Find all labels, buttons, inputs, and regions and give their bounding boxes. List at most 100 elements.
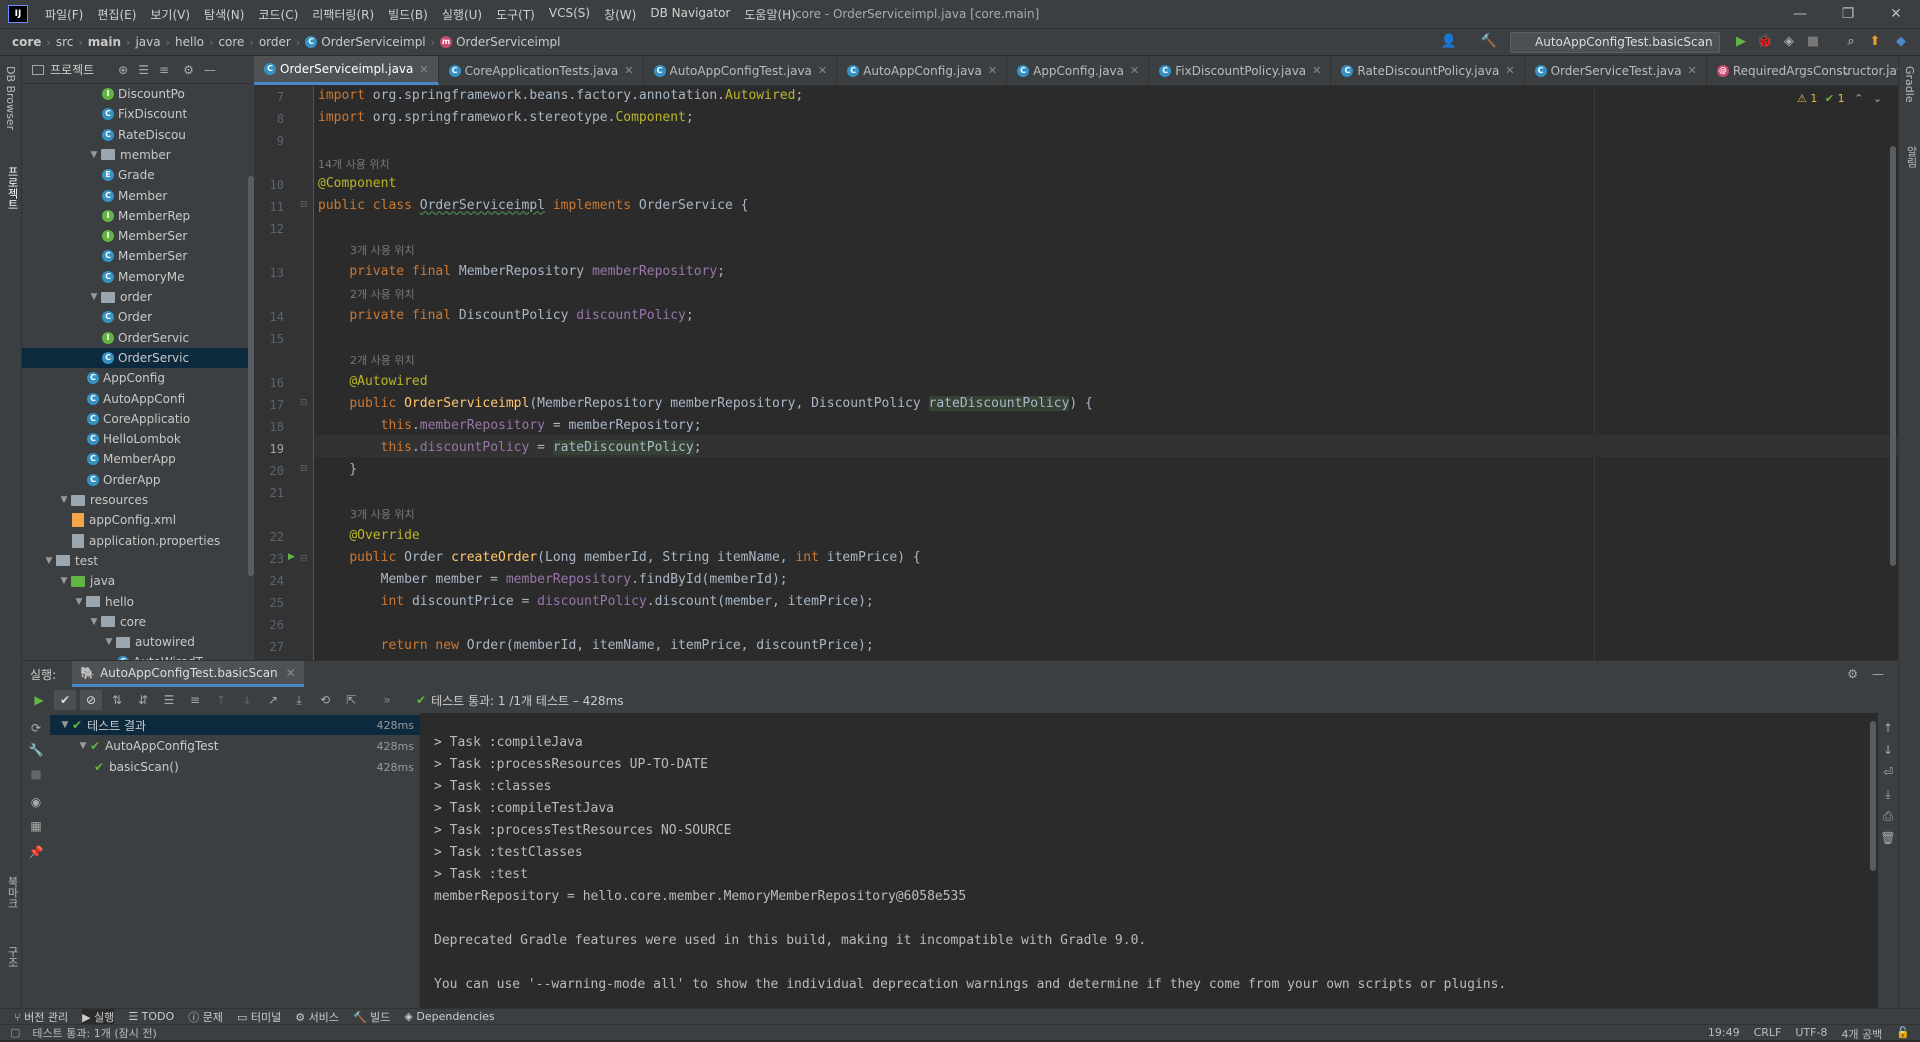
chevron-down-icon[interactable]: ▼ [76, 741, 90, 751]
test-result-row[interactable]: ▼ ✔ AutoAppConfigTest 428ms [50, 736, 420, 756]
bottom-tab[interactable]: 🔨 빌드 [353, 1009, 390, 1025]
editor-tab[interactable]: C OrderServiceimpl.java ✕ [254, 56, 439, 85]
close-icon[interactable]: ✕ [419, 63, 428, 76]
wrench-icon[interactable]: 🔧 [28, 743, 44, 761]
close-icon[interactable]: ✕ [624, 64, 633, 77]
run-config-select[interactable]: AutoAppConfigTest.basicScan [1510, 32, 1720, 53]
console-scrollbar[interactable] [1870, 721, 1876, 871]
code-editor[interactable]: import org.springframework.beans.factory… [314, 86, 1898, 660]
chevron-down-icon[interactable]: ▼ [87, 617, 101, 627]
editor-tab[interactable]: C AutoAppConfig.java ✕ [837, 56, 1008, 85]
usages-hint[interactable]: 2개 사용 위치 [350, 286, 415, 302]
history-icon[interactable]: ⟲ [314, 690, 336, 710]
menu-item[interactable]: 보기(V) [143, 6, 197, 23]
editor-tab[interactable]: C OrderServiceTest.java ✕ [1525, 56, 1707, 85]
tree-item[interactable]: I MemberRep [22, 206, 254, 226]
menu-item[interactable]: DB Navigator [643, 6, 737, 23]
soft-wrap-icon[interactable]: ⏎ [1880, 765, 1896, 783]
tree-item[interactable]: ▼ autowired [22, 632, 254, 652]
rerun-icon[interactable]: ▶ [28, 690, 50, 710]
menu-item[interactable]: 파일(F) [38, 6, 90, 23]
inspection-badge[interactable]: ⚠ 1 ✔ 1 ⌃ ⌄ [1797, 92, 1882, 105]
db-browser-tab[interactable]: DB Browser [4, 66, 17, 130]
chevron-down-icon[interactable]: ▼ [57, 495, 71, 505]
chevron-down-icon[interactable]: ▼ [58, 720, 72, 730]
fold-icon[interactable]: ⊟ [300, 200, 308, 210]
tree-item[interactable]: appConfig.xml [22, 510, 254, 530]
breadcrumb-item[interactable]: C OrderServiceimpl [305, 35, 426, 49]
tree-item[interactable]: ▼ java [22, 571, 254, 591]
breadcrumb-item[interactable]: hello [175, 35, 204, 49]
close-icon[interactable]: ✕ [286, 666, 296, 680]
project-panel-title[interactable]: 프로젝트 [50, 61, 94, 78]
menu-item[interactable]: 도움말(H) [737, 6, 803, 23]
chevron-down-icon[interactable]: ▼ [57, 576, 71, 586]
tree-item[interactable]: ▼ resources [22, 490, 254, 510]
tree-item[interactable]: ▼ core [22, 612, 254, 632]
breadcrumb-item[interactable]: order [259, 35, 291, 49]
tree-item[interactable]: ▼ hello [22, 592, 254, 612]
editor-tab[interactable]: C AppConfig.java ✕ [1007, 56, 1150, 85]
chevron-down-icon[interactable]: ▼ [102, 637, 116, 647]
breadcrumb-item[interactable]: src [56, 35, 74, 49]
minimize-icon[interactable]: — [1790, 4, 1810, 24]
jetbrains-icon[interactable]: ◆ [1892, 33, 1910, 51]
usages-hint[interactable]: 3개 사용 위치 [350, 506, 415, 522]
tree-item[interactable]: C Order [22, 307, 254, 327]
chevron-down-icon[interactable]: ▼ [72, 597, 86, 607]
layout-toggle-icon[interactable]: ▢ [10, 1026, 20, 1039]
trash-icon[interactable]: 🗑 [1880, 831, 1896, 849]
sort-duration-icon[interactable]: ⇵ [132, 690, 154, 710]
close-icon[interactable]: ✕ [1312, 64, 1321, 77]
pin-icon[interactable]: 📌 [28, 845, 44, 863]
more-options-icon[interactable]: ⋮ [1882, 62, 1894, 76]
menu-item[interactable]: 리팩터링(R) [305, 6, 381, 23]
menu-item[interactable]: 편집(E) [90, 6, 143, 23]
breadcrumb-item[interactable]: core [12, 35, 41, 49]
user-icon[interactable]: 👤 [1440, 33, 1458, 51]
menu-item[interactable]: 창(W) [597, 6, 643, 23]
fold-icon[interactable]: ⊟ [300, 398, 308, 408]
maximize-icon[interactable]: ❐ [1838, 4, 1858, 24]
collapse-all-icon[interactable]: ≡ [184, 690, 206, 710]
tree-item[interactable]: C Member [22, 186, 254, 206]
breadcrumb-item[interactable]: m OrderServiceimpl [440, 35, 561, 49]
layout-icon[interactable]: ▦ [28, 819, 44, 837]
bottom-tab[interactable]: ▶ 실행 [82, 1008, 115, 1025]
build-hammer-icon[interactable]: 🔨 [1480, 33, 1498, 51]
notifications-tool-tab[interactable]: 알림 [1903, 146, 1919, 168]
tree-item[interactable]: C FixDiscount [22, 104, 254, 124]
editor-tab[interactable]: @RequiredArgsConstructor.java✕ [1707, 56, 1898, 85]
menu-item[interactable]: VCS(S) [542, 6, 597, 23]
menu-item[interactable]: 도구(T) [489, 6, 542, 23]
collapse-all-icon[interactable]: ≡ [159, 63, 169, 77]
bottom-tab[interactable]: ☰ TODO [128, 1010, 174, 1023]
tree-item[interactable]: ▼ test [22, 551, 254, 571]
structure-tool-tab[interactable]: 구조 [4, 946, 20, 968]
tree-item[interactable]: C MemoryMe [22, 267, 254, 287]
usages-hint[interactable]: 3개 사용 위치 [350, 242, 415, 258]
settings-gear-icon[interactable]: ⚙ [183, 63, 194, 77]
tree-item[interactable]: C RateDiscou [22, 125, 254, 145]
breadcrumb-item[interactable]: main [88, 35, 121, 49]
bottom-tab[interactable]: ▭ 터미널 [237, 1009, 281, 1025]
scroll-up-icon[interactable]: ↑ [1880, 721, 1896, 739]
test-result-row[interactable]: ✔ basicScan() 428ms [50, 757, 420, 777]
breadcrumb-item[interactable]: java [135, 35, 160, 49]
sort-alpha-icon[interactable]: ⇅ [106, 690, 128, 710]
expand-all-icon[interactable]: ☰ [158, 690, 180, 710]
more-tools-icon[interactable]: » [376, 690, 398, 710]
open-external-icon[interactable]: ⇱ [340, 690, 362, 710]
editor-tab[interactable]: C CoreApplicationTests.java ✕ [439, 56, 644, 85]
breadcrumb-item[interactable]: core [218, 35, 244, 49]
stop-icon[interactable]: ■ [1804, 33, 1822, 51]
scroll-to-end-icon[interactable]: ⤓ [1880, 787, 1896, 805]
console-output[interactable]: > Task :compileJava > Task :processResour… [420, 713, 1878, 1009]
test-result-row[interactable]: ▼ ✔ 테스트 결과 428ms [50, 715, 420, 735]
hide-panel-icon[interactable]: — [1872, 667, 1884, 681]
close-icon[interactable]: ✕ [1505, 64, 1514, 77]
locate-icon[interactable]: ⊕ [118, 63, 128, 77]
tree-item[interactable]: I DiscountPo [22, 84, 254, 104]
update-icon[interactable]: ⬆ [1866, 33, 1884, 51]
tree-item[interactable]: C CoreApplicatio [22, 409, 254, 429]
